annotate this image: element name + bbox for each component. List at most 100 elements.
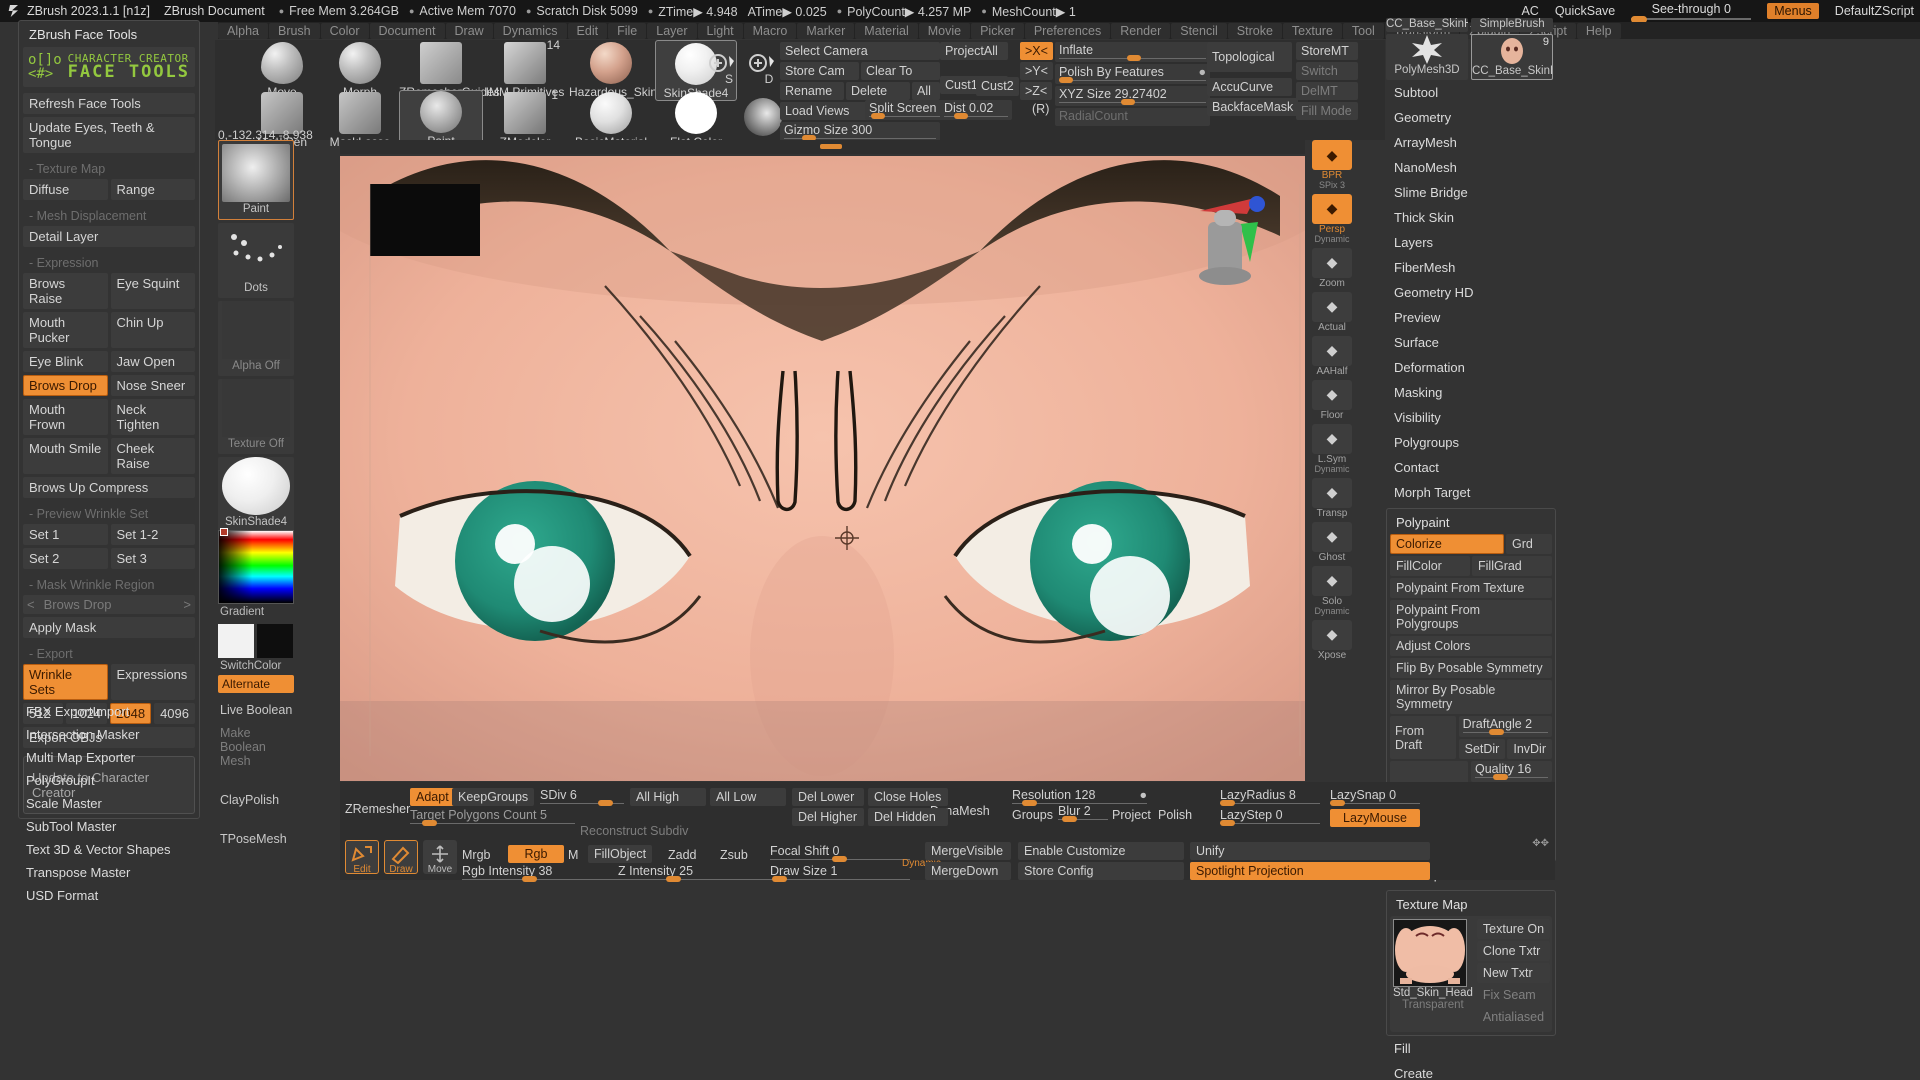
grd-button[interactable]: Grd: [1506, 534, 1552, 554]
unify-button[interactable]: Unify: [1190, 842, 1430, 860]
menu-item-help[interactable]: Help: [1576, 22, 1621, 39]
menu-item-document[interactable]: Document: [369, 22, 445, 39]
slider-knob[interactable]: [1493, 774, 1508, 780]
plugin-item-multi-map-exporter[interactable]: Multi Map Exporter: [18, 746, 200, 769]
subpalette-item-thick-skin[interactable]: Thick Skin: [1386, 205, 1556, 230]
menu-item-light[interactable]: Light: [697, 22, 743, 39]
slider-knob[interactable]: [1062, 816, 1077, 822]
current-material-cell[interactable]: SkinShade4: [218, 457, 294, 532]
project-label[interactable]: Project: [1112, 808, 1151, 822]
rail-button-floor[interactable]: ◆ Floor: [1310, 379, 1354, 421]
menu-item-draw[interactable]: Draw: [445, 22, 493, 39]
subpalette-item-arraymesh[interactable]: ArrayMesh: [1386, 130, 1556, 155]
claypolish-button[interactable]: ClayPolish: [218, 771, 294, 810]
tool-tab-simplebrush[interactable]: SimpleBrush: [1471, 18, 1553, 32]
subpalette-item-geometry-hd[interactable]: Geometry HD: [1386, 280, 1556, 305]
menu-item-macro[interactable]: Macro: [743, 22, 797, 39]
adapt-button[interactable]: Adapt: [410, 788, 455, 806]
select-camera-button[interactable]: Select Camera: [780, 42, 940, 60]
rail-button-zoom[interactable]: ◆ Zoom: [1310, 247, 1354, 289]
menu-item-dynamics[interactable]: Dynamics: [493, 22, 567, 39]
rail-button-bpr[interactable]: ◆ BPR SPix 3: [1310, 140, 1354, 191]
target-polygons-slider[interactable]: Target Polygons Count 5: [410, 808, 575, 826]
tool-tab-cc-base-skinhead[interactable]: CC_Base_SkinHe: [1386, 18, 1468, 32]
all-cameras-button[interactable]: All: [912, 82, 940, 100]
current-stroke-cell[interactable]: Dots: [218, 223, 294, 298]
slider-knob[interactable]: [954, 113, 968, 119]
mask-region-selector[interactable]: < Brows Drop >: [23, 595, 195, 614]
update-eyes-teeth-tongue-button[interactable]: Update Eyes, Teeth & Tongue: [23, 117, 195, 153]
diffuse-button[interactable]: Diffuse: [23, 179, 108, 200]
menu-item-texture[interactable]: Texture: [1282, 22, 1342, 39]
viewport-canvas[interactable]: [340, 156, 1305, 781]
expression-button-brows-raise[interactable]: Brows Raise: [23, 273, 108, 309]
colorize-button[interactable]: Colorize: [1390, 534, 1504, 554]
rename-camera-button[interactable]: Rename: [780, 82, 844, 100]
menu-item-movie[interactable]: Movie: [918, 22, 971, 39]
storemt-button[interactable]: StoreMT: [1296, 42, 1358, 60]
all-low-button[interactable]: All Low: [710, 788, 786, 806]
create-item[interactable]: Create: [1386, 1061, 1556, 1080]
delmt-button[interactable]: DelMT: [1296, 82, 1358, 100]
slider-knob[interactable]: [832, 856, 847, 862]
expression-button-mouth-frown[interactable]: Mouth Frown: [23, 399, 108, 435]
plugin-item-intersection-masker[interactable]: Intersection Masker: [18, 723, 200, 746]
tposemesh-button[interactable]: TPoseMesh: [218, 810, 294, 849]
clear-to-button[interactable]: Clear To: [861, 62, 940, 80]
zremesher-label[interactable]: ZRemesher: [345, 802, 410, 816]
current-texture-cell[interactable]: Texture Off: [218, 379, 294, 454]
accucurve-button[interactable]: AccuCurve: [1207, 78, 1292, 96]
menu-item-marker[interactable]: Marker: [797, 22, 855, 39]
antialiased-button[interactable]: Antialiased: [1477, 1007, 1550, 1027]
gizmo-size-slider[interactable]: Gizmo Size 300: [780, 122, 940, 142]
expression-button-eye-blink[interactable]: Eye Blink: [23, 351, 108, 372]
z-axis-button[interactable]: >Z<: [1020, 82, 1053, 100]
rgb-intensity-slider[interactable]: Rgb Intensity 38: [462, 864, 632, 882]
zsub-label[interactable]: Zsub: [720, 848, 748, 862]
sdiv-slider[interactable]: SDiv 6: [540, 788, 624, 806]
slider-knob[interactable]: [1059, 77, 1073, 83]
expression-button-neck-tighten[interactable]: Neck Tighten: [110, 399, 195, 435]
rail-button-solo[interactable]: ◆ Solo Dynamic: [1310, 565, 1354, 617]
subpalette-item-visibility[interactable]: Visibility: [1386, 405, 1556, 430]
mrgb-label[interactable]: Mrgb: [462, 848, 490, 862]
slider-knob[interactable]: [1330, 800, 1345, 806]
rail-button-persp[interactable]: ◆ Persp Dynamic: [1310, 193, 1354, 245]
stroke-d-button[interactable]: D: [742, 48, 784, 86]
subpalette-item-masking[interactable]: Masking: [1386, 380, 1556, 405]
subpalette-item-morph-target[interactable]: Morph Target: [1386, 480, 1556, 505]
keepgroups-button[interactable]: KeepGroups: [452, 788, 535, 806]
polish-label[interactable]: Polish: [1158, 808, 1192, 822]
adjust-colors-button[interactable]: Adjust Colors: [1390, 636, 1552, 656]
menu-item-render[interactable]: Render: [1111, 22, 1171, 39]
menu-item-edit[interactable]: Edit: [567, 22, 608, 39]
slider-knob[interactable]: [1022, 800, 1037, 806]
canvas-scroll-marker[interactable]: [820, 144, 842, 149]
slider-knob[interactable]: [871, 113, 885, 119]
primary-color-swatch[interactable]: [218, 624, 254, 658]
x-axis-button[interactable]: >X<: [1020, 42, 1053, 60]
tool-cc-base-skinhead[interactable]: 9 CC_Base_SkinHe: [1471, 34, 1553, 80]
slider-knob[interactable]: [1488, 729, 1504, 735]
menu-item-stencil[interactable]: Stencil: [1171, 22, 1227, 39]
focal-shift-slider[interactable]: Focal Shift 0: [770, 844, 910, 862]
make-boolean-mesh-button[interactable]: Make Boolean Mesh: [218, 720, 294, 771]
live-boolean-button[interactable]: Live Boolean: [218, 693, 294, 720]
brows-up-compress-button[interactable]: Brows Up Compress: [23, 477, 195, 498]
polypaint-from-texture-button[interactable]: Polypaint From Texture: [1390, 578, 1552, 598]
expression-button-cheek-raise[interactable]: Cheek Raise: [110, 438, 195, 474]
fix-seam-button[interactable]: Fix Seam: [1477, 985, 1550, 1005]
plugin-item-polygroupit[interactable]: PolyGroupIt: [18, 769, 200, 792]
dist-slider[interactable]: Dist 0.02: [940, 100, 1012, 120]
menu-item-brush[interactable]: Brush: [268, 22, 320, 39]
plugin-item-scale-master[interactable]: Scale Master: [18, 792, 200, 815]
resize-grip-icon[interactable]: ✥✥: [1532, 838, 1549, 849]
apply-mask-button[interactable]: Apply Mask: [23, 617, 195, 638]
rail-button-ghost[interactable]: ◆ Ghost: [1310, 521, 1354, 563]
lazysnap-slider[interactable]: LazySnap 0: [1330, 788, 1420, 806]
zadd-label[interactable]: Zadd: [668, 848, 697, 862]
polish-by-features-slider[interactable]: Polish By Features ●: [1055, 64, 1210, 84]
clone-txtr-button[interactable]: Clone Txtr: [1476, 941, 1551, 961]
draw-size-slider[interactable]: Draw Size 1: [770, 864, 910, 882]
m-label[interactable]: M: [568, 848, 578, 862]
